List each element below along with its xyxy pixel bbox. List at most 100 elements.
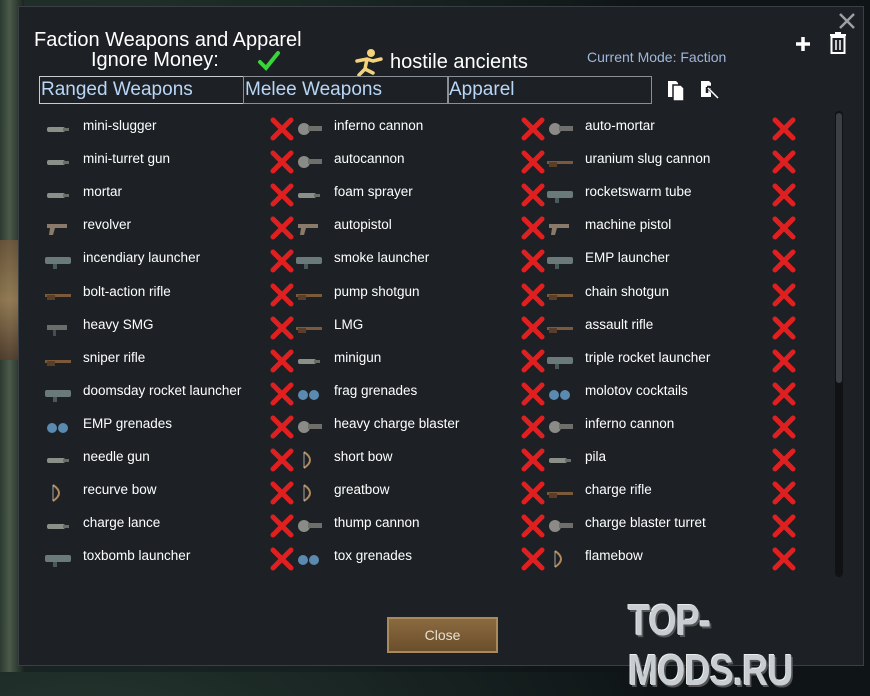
remove-x-icon[interactable] [520,546,546,572]
item-label: EMP grenades [83,416,173,431]
paste-icon[interactable] [699,79,721,103]
launcher-icon [547,257,573,270]
remove-x-icon[interactable] [520,215,546,241]
remove-x-icon[interactable] [771,513,797,539]
cannon-icon [549,420,573,433]
rifle-icon [45,359,71,366]
scrollbar-thumb[interactable] [836,113,842,383]
remove-x-icon[interactable] [520,381,546,407]
remove-x-icon[interactable] [269,447,295,473]
rifle-icon [45,293,71,300]
remove-x-icon[interactable] [269,348,295,374]
remove-x-icon[interactable] [269,480,295,506]
remove-x-icon[interactable] [269,315,295,341]
rifle-icon [547,492,573,499]
background-art-character [0,240,20,360]
remove-x-icon[interactable] [269,282,295,308]
remove-x-icon[interactable] [771,546,797,572]
remove-x-icon[interactable] [520,315,546,341]
cannon-icon [549,520,573,533]
smg-icon [47,324,67,336]
item-label: mini-slugger [83,119,157,133]
item-label: recurve bow [83,483,157,498]
remove-x-icon[interactable] [771,414,797,440]
copy-icon[interactable] [666,79,686,103]
item-label: toxbomb launcher [83,549,191,564]
launcher-icon [296,257,322,270]
scrollbar[interactable] [835,111,843,577]
remove-x-icon[interactable] [269,381,295,407]
item-label: machine pistol [585,218,672,233]
item-label: LMG [334,317,364,332]
trash-icon[interactable] [829,32,847,54]
remove-x-icon[interactable] [520,248,546,274]
launcher-icon [45,389,71,402]
remove-x-icon[interactable] [269,546,295,572]
remove-x-icon[interactable] [771,381,797,407]
cannon-icon [298,156,322,169]
rifle-icon [296,293,322,300]
remove-x-icon[interactable] [520,480,546,506]
launcher-icon [45,555,71,568]
pistol-icon [549,224,569,236]
item-label: charge lance [83,516,161,531]
remove-x-icon[interactable] [269,215,295,241]
item-label: smoke launcher [334,251,430,266]
remove-x-icon[interactable] [269,149,295,175]
weapon-icon [549,458,571,463]
dialog-title: Faction Weapons and Apparel [34,29,302,51]
rifle-icon [296,326,322,333]
remove-x-icon[interactable] [771,480,797,506]
remove-x-icon[interactable] [269,513,295,539]
remove-x-icon[interactable] [520,116,546,142]
remove-x-icon[interactable] [520,447,546,473]
watermark: TOP-MODS.RU [628,596,793,695]
item-label: doomsday rocket launcher [83,383,242,398]
item-label: thump cannon [334,516,420,531]
bow-icon [303,451,311,469]
remove-x-icon[interactable] [771,215,797,241]
remove-x-icon[interactable] [771,348,797,374]
close-icon[interactable] [837,11,857,31]
item-label: EMP launcher [585,251,670,266]
remove-x-icon[interactable] [771,447,797,473]
weapon-icon [47,524,69,530]
item-label: needle gun [83,450,150,464]
add-icon[interactable] [794,35,812,53]
remove-x-icon[interactable] [520,149,546,175]
item-label: chain shotgun [585,284,670,299]
remove-x-icon[interactable] [771,248,797,274]
item-label: mini-turret gun [83,152,171,167]
remove-x-icon[interactable] [520,182,546,208]
item-label: mortar [83,185,123,200]
tab-apparel[interactable]: Apparel [447,76,652,104]
weapon-icon [298,358,320,364]
remove-x-icon[interactable] [520,348,546,374]
pistol-icon [47,224,67,236]
remove-x-icon[interactable] [269,116,295,142]
item-label: triple rocket launcher [585,350,711,365]
remove-x-icon[interactable] [771,315,797,341]
checkmark-icon[interactable] [257,49,281,73]
remove-x-icon[interactable] [771,116,797,142]
pistol-icon [298,224,318,236]
remove-x-icon[interactable] [771,282,797,308]
remove-x-icon[interactable] [520,513,546,539]
item-label: charge blaster turret [585,516,706,531]
item-label: rocketswarm tube [585,185,692,200]
item-label: autopistol [334,218,392,233]
remove-x-icon[interactable] [269,414,295,440]
grenade-icon [549,389,570,400]
close-button[interactable]: Close [387,617,498,653]
tab-ranged-weapons[interactable]: Ranged Weapons [39,76,244,104]
item-label: assault rifle [585,317,654,332]
faction-name[interactable]: hostile ancients [390,51,528,73]
remove-x-icon[interactable] [771,182,797,208]
tab-melee-weapons[interactable]: Melee Weapons [243,76,449,104]
remove-x-icon[interactable] [520,282,546,308]
remove-x-icon[interactable] [269,248,295,274]
remove-x-icon[interactable] [269,182,295,208]
remove-x-icon[interactable] [771,149,797,175]
remove-x-icon[interactable] [520,414,546,440]
weapon-icon [47,160,69,166]
